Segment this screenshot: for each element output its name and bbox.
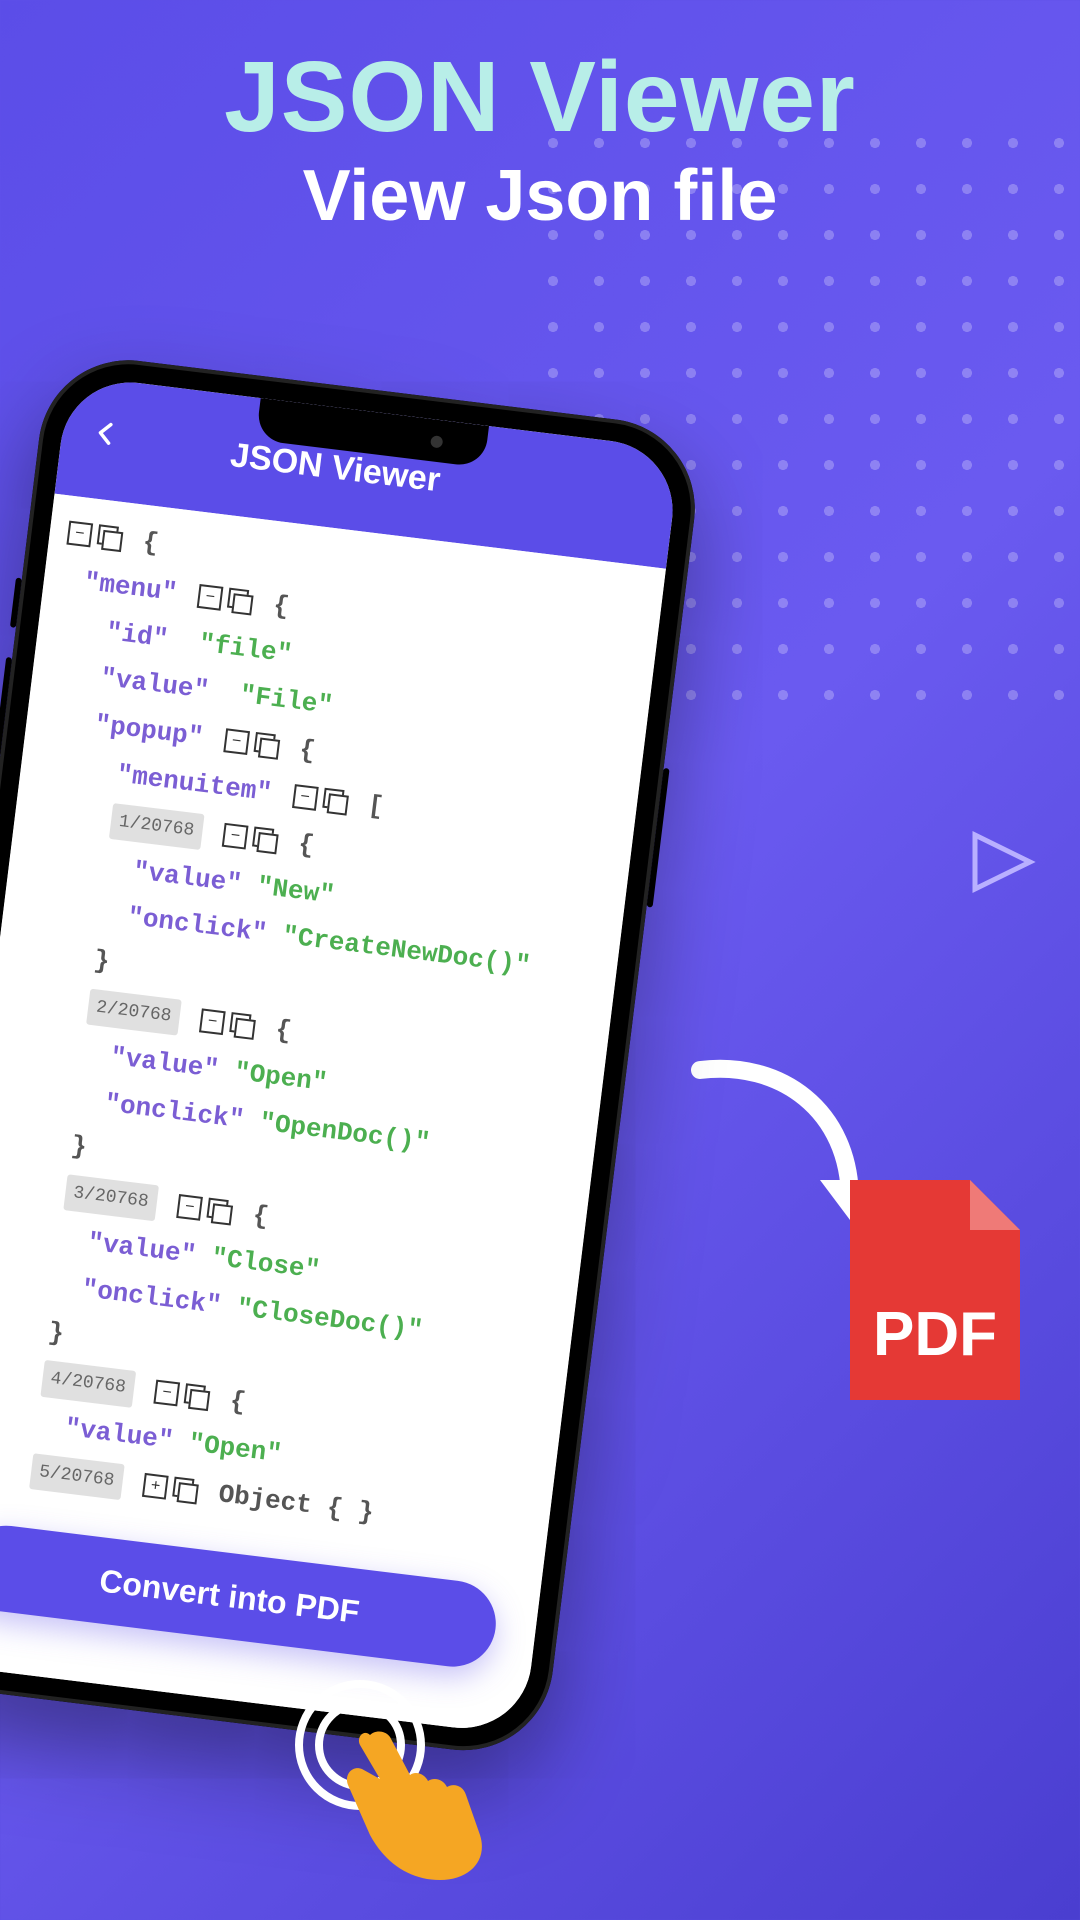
json-key: "id" <box>104 617 170 654</box>
brace-open: { <box>141 527 160 559</box>
back-icon[interactable] <box>89 418 134 463</box>
collapse-icon[interactable]: − <box>223 729 250 756</box>
phone-mockup: JSON Viewer − { "menu" − { "id" "file" <box>0 350 705 1760</box>
json-key: "value" <box>99 663 211 706</box>
json-value: "file" <box>197 628 294 669</box>
svg-text:PDF: PDF <box>873 1300 997 1369</box>
json-value: "Open" <box>187 1428 284 1469</box>
copy-icon[interactable] <box>96 524 123 551</box>
json-key: "onclick" <box>103 1088 246 1135</box>
json-value: "New" <box>255 871 336 910</box>
promo-heading: JSON Viewer View Json file <box>0 40 1080 237</box>
json-key: "value" <box>63 1413 175 1456</box>
collapse-icon[interactable]: − <box>197 584 224 611</box>
collapse-icon[interactable]: − <box>176 1194 203 1221</box>
copy-icon[interactable] <box>206 1198 233 1225</box>
array-index-badge: 3/20768 <box>63 1174 158 1221</box>
json-key: "value" <box>86 1227 198 1270</box>
json-key: "onclick" <box>126 902 269 949</box>
json-key: "value" <box>109 1041 221 1084</box>
json-value: "Close" <box>210 1243 322 1286</box>
pdf-file-icon: PDF <box>840 1170 1030 1415</box>
copy-icon[interactable] <box>321 788 348 815</box>
json-value: "File" <box>238 680 335 721</box>
json-key: "onclick" <box>80 1274 223 1321</box>
triangle-decoration-icon <box>970 830 1040 894</box>
copy-icon[interactable] <box>252 826 279 853</box>
collapse-icon[interactable]: − <box>66 521 93 548</box>
promo-title: JSON Viewer <box>0 40 1080 155</box>
tree-controls[interactable]: − <box>66 521 123 551</box>
copy-icon[interactable] <box>172 1477 199 1504</box>
collapse-icon[interactable]: − <box>154 1380 181 1407</box>
json-key: "value" <box>131 856 243 899</box>
collapse-icon[interactable]: − <box>292 784 319 811</box>
collapse-icon[interactable]: − <box>199 1009 226 1036</box>
expand-icon[interactable]: + <box>142 1473 169 1500</box>
copy-icon[interactable] <box>253 732 280 759</box>
array-index-badge: 1/20768 <box>109 803 204 850</box>
json-key: "menu" <box>82 567 179 608</box>
copy-icon[interactable] <box>183 1384 210 1411</box>
json-value: "Open" <box>232 1057 329 1098</box>
array-index-badge: 2/20768 <box>86 989 181 1036</box>
collapse-icon[interactable]: − <box>222 823 249 850</box>
copy-icon[interactable] <box>229 1012 256 1039</box>
copy-icon[interactable] <box>227 588 254 615</box>
promo-subtitle: View Json file <box>0 155 1080 237</box>
array-index-badge: 5/20768 <box>29 1453 124 1500</box>
json-key: "popup" <box>93 710 205 753</box>
pointer-hand-icon <box>340 1725 510 1885</box>
array-index-badge: 4/20768 <box>40 1360 135 1407</box>
